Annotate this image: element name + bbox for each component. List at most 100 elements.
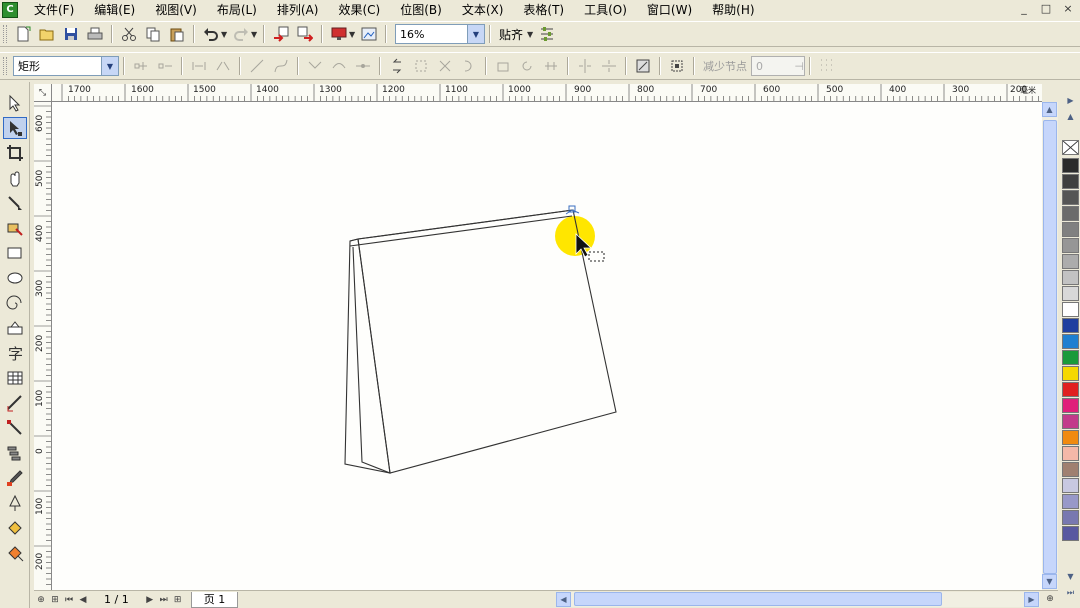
toolbar-grip[interactable] [3, 25, 7, 43]
node-grid-icon[interactable] [816, 55, 838, 77]
basic-shapes-tool-icon[interactable] [3, 317, 27, 339]
scroll-down-icon[interactable]: ▼ [1042, 574, 1057, 589]
publish-icon[interactable] [328, 23, 350, 45]
snap-dropdown-icon[interactable]: ▼ [527, 30, 535, 39]
color-swatch[interactable] [1062, 254, 1079, 269]
new-icon[interactable] [12, 23, 34, 45]
zoom-level-select[interactable]: 16% ▼ [395, 24, 485, 44]
table-tool-icon[interactable] [3, 367, 27, 389]
scroll-left-icon[interactable]: ◀ [556, 592, 571, 607]
previous-page-icon[interactable]: ◀ [76, 593, 90, 607]
extract-subpath-icon[interactable] [434, 55, 456, 77]
color-swatch[interactable] [1062, 222, 1079, 237]
next-page-icon[interactable]: ▶ [143, 593, 157, 607]
align-nodes-icon[interactable] [540, 55, 562, 77]
menu-layout[interactable]: 布局(L) [207, 0, 267, 20]
calendar-side-panel[interactable] [344, 238, 391, 474]
save-icon[interactable] [60, 23, 82, 45]
color-swatch[interactable] [1062, 302, 1079, 317]
close-button[interactable]: × [1060, 2, 1076, 17]
selected-node-handle[interactable] [565, 205, 580, 215]
symmetric-node-icon[interactable] [352, 55, 374, 77]
rotate-nodes-icon[interactable] [516, 55, 538, 77]
snap-to-button[interactable]: 贴齐 [499, 26, 523, 43]
horizontal-scrollbar[interactable]: ◀ ▶ [556, 592, 1040, 607]
color-swatch[interactable] [1062, 398, 1079, 413]
print-icon[interactable] [84, 23, 106, 45]
smooth-node-icon[interactable] [328, 55, 350, 77]
palette-scroll-up-icon[interactable]: ▲ [1063, 110, 1078, 125]
palette-end-icon[interactable]: ⏭ [1063, 586, 1078, 601]
redo-dropdown-icon[interactable]: ▼ [251, 30, 259, 39]
menu-view[interactable]: 视图(V) [145, 0, 207, 20]
eyedropper-tool-icon[interactable] [3, 467, 27, 489]
rectangle-tool-icon[interactable] [3, 242, 27, 264]
add-page-after-icon[interactable]: ⊞ [171, 593, 185, 607]
color-swatch[interactable] [1062, 286, 1079, 301]
color-swatch[interactable] [1062, 238, 1079, 253]
blend-tool-icon[interactable] [3, 442, 27, 464]
crop-tool-icon[interactable] [3, 142, 27, 164]
scroll-right-icon[interactable]: ▶ [1024, 592, 1039, 607]
spiral-tool-icon[interactable] [3, 292, 27, 314]
no-color-swatch[interactable] [1062, 140, 1079, 155]
undo-icon[interactable] [200, 23, 222, 45]
redo-icon[interactable] [230, 23, 252, 45]
chevron-down-icon[interactable]: ▼ [101, 57, 118, 75]
dimension-tool-icon[interactable] [3, 392, 27, 414]
color-swatch[interactable] [1062, 190, 1079, 205]
convert-to-line-icon[interactable] [246, 55, 268, 77]
menu-text[interactable]: 文本(X) [452, 0, 514, 20]
open-icon[interactable] [36, 23, 58, 45]
scroll-up-icon[interactable]: ▲ [1042, 102, 1057, 117]
vertical-scrollbar[interactable]: ▲ ▼ [1042, 102, 1058, 590]
menu-file[interactable]: 文件(F) [24, 0, 84, 20]
zoom-tool-icon[interactable] [3, 167, 27, 189]
menu-edit[interactable]: 编辑(E) [84, 0, 145, 20]
palette-scroll-down-icon[interactable]: ▼ [1063, 570, 1078, 585]
outline-tool-icon[interactable] [3, 492, 27, 514]
palette-flyout-icon[interactable]: ▶ [1063, 94, 1078, 109]
close-curve-icon[interactable] [458, 55, 480, 77]
options-icon[interactable] [536, 23, 558, 45]
connector-tool-icon[interactable] [3, 417, 27, 439]
menu-table[interactable]: 表格(T) [513, 0, 574, 20]
color-swatch[interactable] [1062, 430, 1079, 445]
object-type-select[interactable]: 矩形 ▼ [13, 56, 119, 76]
extend-curve-icon[interactable] [410, 55, 432, 77]
interactive-fill-tool-icon[interactable] [3, 542, 27, 564]
join-nodes-icon[interactable] [188, 55, 210, 77]
cut-icon[interactable] [118, 23, 140, 45]
color-swatch[interactable] [1062, 270, 1079, 285]
color-swatch[interactable] [1062, 382, 1079, 397]
ruler-origin-corner[interactable]: ⤡ [34, 84, 52, 102]
page-tab[interactable]: 页 1 [190, 591, 239, 608]
zoom-navigator-icon[interactable]: ⊕ [34, 593, 48, 607]
break-curve-icon[interactable] [212, 55, 234, 77]
menu-arrange[interactable]: 排列(A) [267, 0, 329, 20]
horizontal-ruler[interactable]: 1700 1600 1500 1400 1300 1200 1100 1000 … [52, 84, 1042, 102]
fill-tool-icon[interactable] [3, 517, 27, 539]
add-page-before-icon[interactable]: ⊞ [48, 593, 62, 607]
navigator-zoom-icon[interactable]: ⊕ [1043, 592, 1057, 606]
menu-effects[interactable]: 效果(C) [328, 0, 390, 20]
reverse-direction-icon[interactable] [386, 55, 408, 77]
menu-tools[interactable]: 工具(O) [574, 0, 637, 20]
restore-button[interactable]: □ [1038, 2, 1054, 17]
color-swatch[interactable] [1062, 206, 1079, 221]
color-swatch[interactable] [1062, 446, 1079, 461]
mirror-vertical-icon[interactable] [598, 55, 620, 77]
color-swatch[interactable] [1062, 318, 1079, 333]
color-swatch[interactable] [1062, 174, 1079, 189]
menu-help[interactable]: 帮助(H) [702, 0, 764, 20]
color-swatch[interactable] [1062, 462, 1079, 477]
color-swatch[interactable] [1062, 366, 1079, 381]
drawing-canvas[interactable] [52, 102, 1042, 590]
undo-dropdown-icon[interactable]: ▼ [221, 30, 229, 39]
color-swatch[interactable] [1062, 478, 1079, 493]
freehand-tool-icon[interactable] [3, 192, 27, 214]
import-icon[interactable] [270, 23, 292, 45]
text-tool-icon[interactable]: 字 [3, 342, 27, 364]
horizontal-scroll-thumb[interactable] [574, 592, 942, 606]
app-icon[interactable]: C [2, 2, 18, 18]
